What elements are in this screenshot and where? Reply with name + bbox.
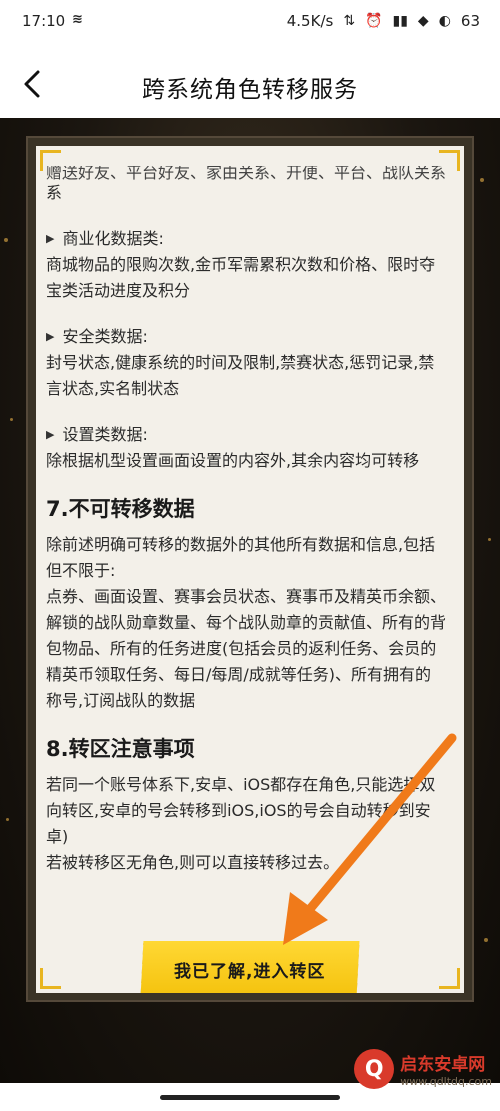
status-bar: 17:10 ≋ 4.5K/s ⇅ ⏰ ▮▮ ◆ ◐ 63 xyxy=(0,0,500,46)
triangle-bullet-icon: ▶ xyxy=(46,428,55,441)
commercial-data-label: 商业化数据类: xyxy=(62,229,164,248)
commercial-data-body: 商城物品的限购次数,金币军需累积次数和价格、限时夺宝类活动进度及积分 xyxy=(46,255,436,300)
clipped-text-end: 系 xyxy=(46,183,63,202)
clipped-text-line: 赠送好友、平台好友、家由关系、开便、平台、战队关系 xyxy=(46,166,446,180)
hd-signal-icon: ▮▮ xyxy=(392,13,408,29)
battery-level: 63 xyxy=(460,12,480,30)
watermark-logo-icon: Q xyxy=(354,1049,395,1089)
gesture-nav-bar[interactable] xyxy=(160,1095,340,1100)
section-8-body-1: 若同一个账号体系下,安卓、iOS都存在角色,只能选择双向转区,安卓的号会转移到i… xyxy=(46,775,436,846)
section-7-body: 点券、画面设置、赛事会员状态、赛事币及精英币余额、解锁的战队勋章数量、每个战队勋… xyxy=(46,587,447,710)
watermark-name: 启东安卓网 xyxy=(400,1055,486,1075)
security-data-title: ▶ 安全类数据: xyxy=(46,324,446,350)
terms-content: 赠送好友、平台好友、家由关系、开便、平台、战队关系 系 ▶ 商业化数据类: 商城… xyxy=(46,166,447,876)
game-background: 赠送好友、平台好友、家由关系、开便、平台、战队关系 系 ▶ 商业化数据类: 商城… xyxy=(0,118,500,1083)
page-title: 跨系统角色转移服务 xyxy=(142,77,358,103)
site-watermark: Q 启东安卓网 www.qdltdq.com xyxy=(354,1049,492,1089)
section-7-intro: 除前述明确可转移的数据外的其他所有数据和信息,包括但不限于: xyxy=(46,535,436,580)
app-header: 跨系统角色转移服务 xyxy=(0,46,500,122)
watermark-url: www.qdltdq.com xyxy=(400,1075,492,1088)
watermark-text: 启东安卓网 www.qdltdq.com xyxy=(400,1050,492,1088)
status-icons: 4.5K/s ⇅ ⏰ ▮▮ ◆ ◐ 63 xyxy=(287,12,480,30)
corner-decoration xyxy=(40,968,61,989)
wifi-icon: ◆ xyxy=(417,13,429,29)
sim-icon: ≋ xyxy=(72,12,83,27)
status-time: 17:10 xyxy=(22,12,66,30)
data-arrows-icon: ⇅ xyxy=(343,13,356,29)
section-8-body-2: 若被转移区无角色,则可以直接转移过去。 xyxy=(46,853,340,872)
commercial-data-title: ▶ 商业化数据类: xyxy=(46,226,446,252)
security-data-label: 安全类数据: xyxy=(62,327,148,346)
security-data-body: 封号状态,健康系统的时间及限制,禁赛状态,惩罚记录,禁言状态,实名制状态 xyxy=(46,353,435,398)
section-7-heading: 7.不可转移数据 xyxy=(46,497,195,521)
triangle-bullet-icon: ▶ xyxy=(46,330,55,343)
terms-panel: 赠送好友、平台好友、家由关系、开便、平台、战队关系 系 ▶ 商业化数据类: 商城… xyxy=(36,146,464,993)
settings-data-label: 设置类数据: xyxy=(62,425,148,444)
enter-transfer-label: 我已了解,进入转区 xyxy=(174,961,326,982)
settings-data-body: 除根据机型设置画面设置的内容外,其余内容均可转移 xyxy=(46,451,420,470)
section-8-heading: 8.转区注意事项 xyxy=(46,737,195,761)
triangle-bullet-icon: ▶ xyxy=(46,232,55,245)
enter-transfer-button[interactable]: 我已了解,进入转区 xyxy=(140,941,360,993)
network-speed: 4.5K/s xyxy=(286,12,334,30)
battery-icon: ◐ xyxy=(438,13,451,29)
settings-data-title: ▶ 设置类数据: xyxy=(46,422,446,448)
alarm-icon: ⏰ xyxy=(365,13,383,29)
corner-decoration xyxy=(439,968,460,989)
